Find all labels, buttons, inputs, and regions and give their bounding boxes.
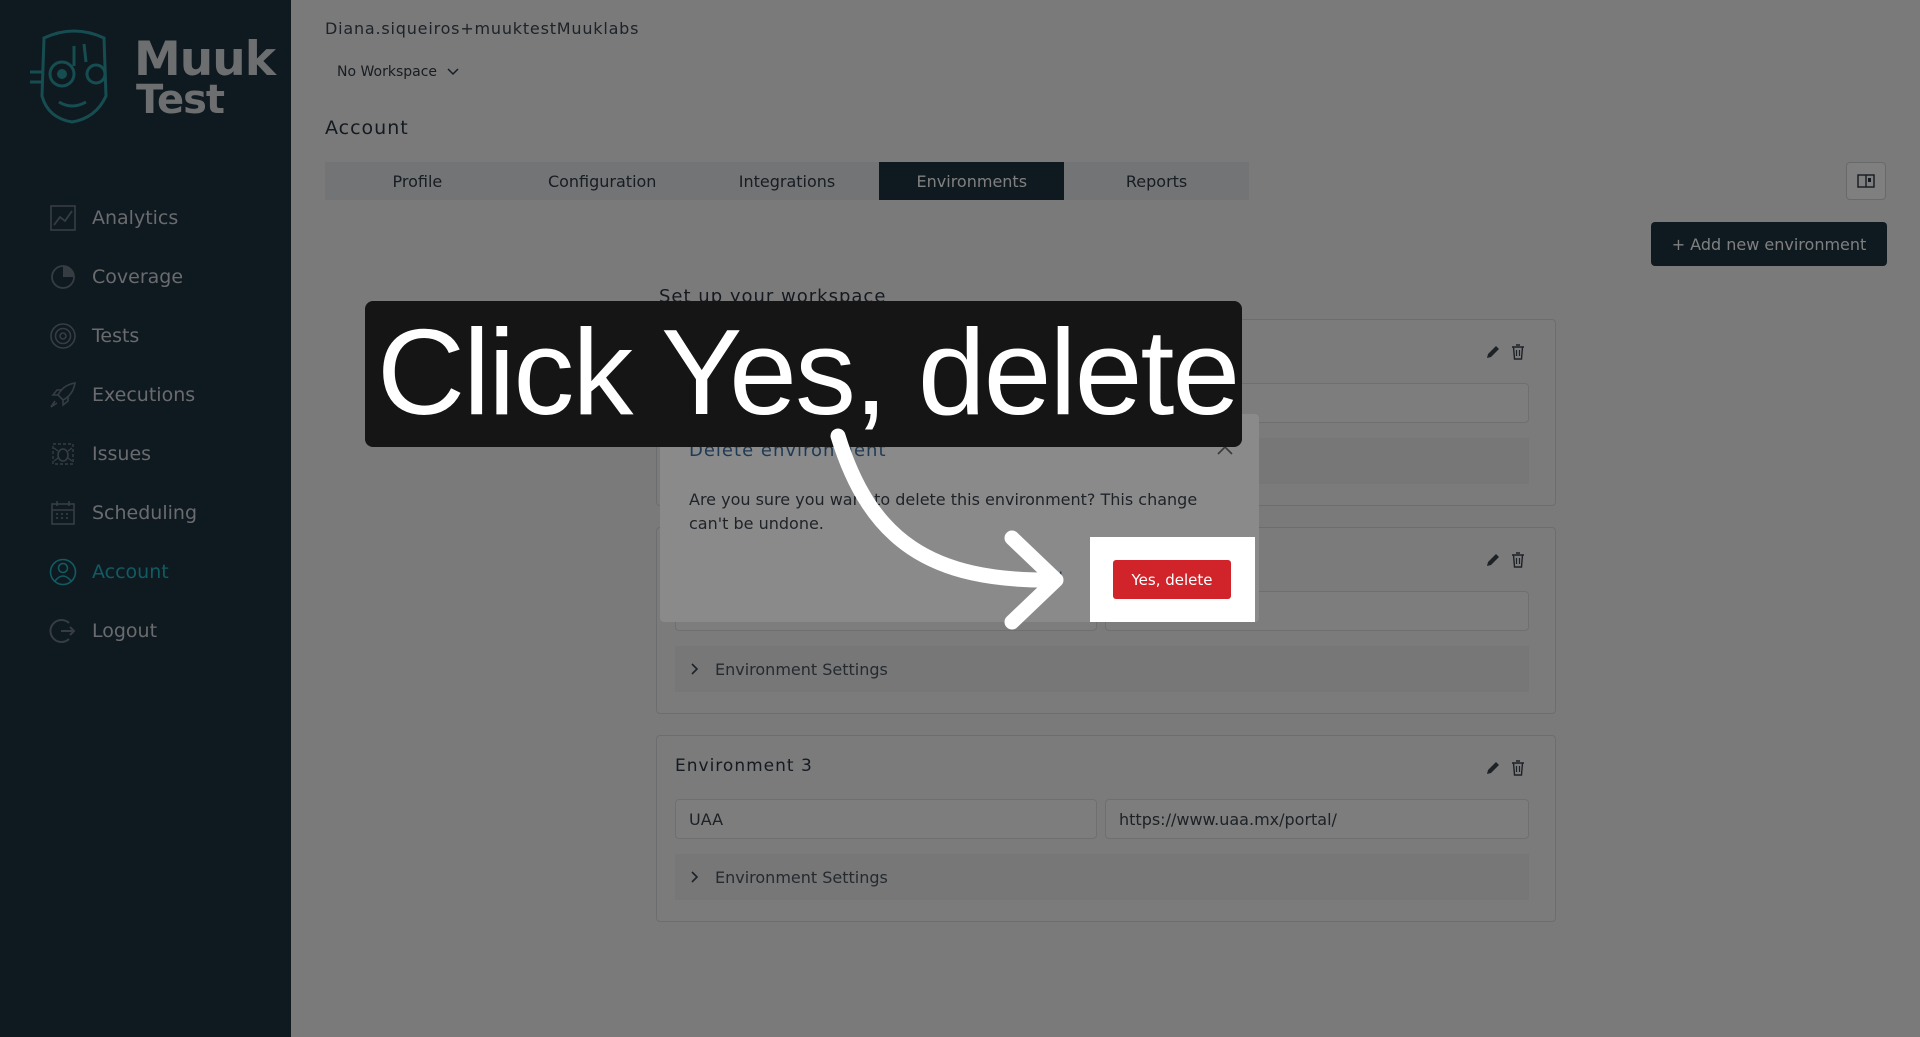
yes-delete-button[interactable]: Yes, delete [1113, 560, 1231, 599]
tutorial-callout-text: Click Yes, delete [377, 304, 1240, 440]
tutorial-callout: Click Yes, delete [365, 301, 1242, 447]
cancel-button[interactable]: Cancel [1012, 569, 1063, 587]
modal-message: Are you sure you want to delete this env… [689, 490, 1198, 533]
